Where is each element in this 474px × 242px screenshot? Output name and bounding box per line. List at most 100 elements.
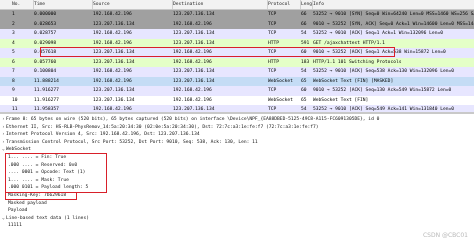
- packet-cell-no: 9: [12, 88, 15, 93]
- packet-row[interactable]: 10 11.916277 123.207.136.134 192.168.42.196…: [0, 95, 474, 105]
- expand-arrow-icon[interactable]: ›: [2, 124, 5, 132]
- packet-row[interactable]: 3 0.028757 192.168.42.196 123.207.136.134 TC…: [0, 29, 474, 39]
- packet-cell-dst: 123.207.136.134: [173, 107, 215, 112]
- packet-cell-info: 9010 → 53252 [ACK] Seq=1 Ack=538 Win=158…: [313, 50, 446, 55]
- packet-cell-len: 591: [301, 40, 310, 46]
- detail-text: Frame 8: 65 bytes on wire (520 bits), 65…: [6, 117, 380, 122]
- packet-cell-dst: 192.168.42.196: [173, 59, 212, 65]
- packet-cell-info: 9010 → 53252 [SYN, ACK] Seq=0 Ack=1 Win=…: [313, 21, 474, 27]
- packet-row[interactable]: 11 11.958357 192.168.42.196 123.207.136.134…: [0, 105, 474, 112]
- packet-cell-info: 53252 → 9010 [SYN] Seq=0 Win=64240 Len=0…: [313, 12, 474, 17]
- expand-arrow-icon[interactable]: ›: [2, 116, 5, 124]
- packet-cell-proto: TCP: [268, 107, 277, 112]
- packet-cell-info: WebSocket Text [FIN] [MASKED]: [313, 78, 394, 84]
- packet-cell-len: 54: [301, 69, 307, 74]
- packet-cell-src: 123.207.136.134: [93, 50, 135, 55]
- packet-list[interactable]: No. Time Source Destination Protocol Len…: [0, 0, 474, 112]
- column-header-info[interactable]: Info: [313, 0, 474, 9]
- packet-cell-proto: HTTP: [268, 59, 280, 65]
- packet-cell-info: 9010 → 53252 [ACK] Seq=130 Ack=549 Win=1…: [313, 88, 452, 93]
- packet-list-header: No. Time Source Destination Protocol Len…: [0, 0, 474, 10]
- detail-text: .000 .... = Reserved: 0x0: [8, 162, 78, 168]
- detail-text: Masking-Key: 7b629618: [8, 193, 67, 198]
- packet-cell-src: 192.168.42.196: [93, 12, 132, 17]
- packet-cell-proto: TCP: [268, 50, 277, 55]
- collapse-arrow-icon[interactable]: ⌄: [2, 146, 5, 154]
- detail-row[interactable]: ⌄ WebSocket: [0, 146, 474, 154]
- packet-cell-time: 0.100804: [34, 69, 57, 74]
- packet-row[interactable]: 8 11.888214 192.168.42.196 123.207.136.134 W…: [0, 76, 474, 86]
- packet-row[interactable]: 7 0.100804 192.168.42.196 123.207.136.134 TC…: [0, 67, 474, 77]
- packet-cell-no: 7: [12, 69, 15, 74]
- packet-cell-dst: 123.207.136.134: [173, 40, 215, 46]
- packet-cell-time: 0.029098: [34, 40, 57, 46]
- packet-cell-src: 192.168.42.196: [93, 107, 132, 112]
- watermark: CSDN @CBC01: [422, 232, 468, 239]
- packet-row[interactable]: 6 0.057760 123.207.136.134 192.168.42.196 HT…: [0, 57, 474, 67]
- column-header-protocol[interactable]: Protocol: [268, 0, 301, 9]
- packet-cell-src: 192.168.42.196: [93, 40, 132, 46]
- packet-details[interactable]: › Frame 8: 65 bytes on wire (520 bits), 6…: [0, 114, 474, 242]
- packet-cell-len: 65: [301, 78, 307, 84]
- packet-cell-no: 10: [12, 97, 18, 103]
- packet-row[interactable]: 4 0.029098 192.168.42.196 123.207.136.134 HT…: [0, 38, 474, 48]
- packet-cell-time: 11.916277: [34, 88, 59, 93]
- detail-row[interactable]: Masking-Key: 7b629618: [0, 192, 474, 200]
- packet-cell-src: 123.207.136.134: [93, 97, 135, 103]
- column-header-time[interactable]: Time: [34, 0, 93, 9]
- packet-cell-len: 60: [301, 50, 307, 55]
- detail-row[interactable]: 1... .... = Fin: True: [0, 154, 474, 162]
- detail-row[interactable]: ⌄ Line-based text data (1 lines): [0, 215, 474, 223]
- detail-row[interactable]: › Transmission Control Protocol, Src Port…: [0, 139, 474, 147]
- packet-cell-time: 0.028757: [34, 31, 57, 36]
- packet-cell-no: 3: [12, 31, 15, 36]
- detail-text: Payload: [8, 208, 28, 214]
- packet-cell-time: 0.028653: [34, 21, 57, 27]
- packet-cell-dst: 123.207.136.134: [173, 78, 215, 84]
- column-header-no[interactable]: No.: [12, 0, 34, 9]
- detail-row[interactable]: 11111: [0, 222, 474, 230]
- detail-row[interactable]: .000 0101 = Payload length: 5: [0, 184, 474, 192]
- packet-row[interactable]: 5 0.057618 123.207.136.134 192.168.42.196 TC…: [0, 48, 474, 58]
- column-header-source[interactable]: Source: [93, 0, 173, 9]
- packet-row[interactable]: 2 0.028653 123.207.136.134 192.168.42.196 TC…: [0, 19, 474, 29]
- detail-row[interactable]: 1... .... = Mask: True: [0, 177, 474, 185]
- column-header-destination[interactable]: Destination: [173, 0, 268, 9]
- packet-cell-proto: TCP: [268, 12, 277, 17]
- detail-row[interactable]: .... 0001 = Opcode: Text (1): [0, 169, 474, 177]
- packet-row[interactable]: 1 0.000000 192.168.42.196 123.207.136.134 TC…: [0, 10, 474, 20]
- detail-text: Line-based text data (1 lines): [6, 215, 89, 221]
- packet-cell-src: 192.168.42.196: [93, 78, 132, 84]
- packet-cell-dst: 192.168.42.196: [173, 97, 212, 103]
- packet-cell-time: 11.958357: [34, 107, 59, 112]
- detail-row[interactable]: › Frame 8: 65 bytes on wire (520 bits), 6…: [0, 116, 474, 124]
- packet-cell-proto: TCP: [268, 88, 277, 93]
- packet-cell-dst: 123.207.136.134: [173, 12, 215, 17]
- detail-text: Ethernet II, Src: HS-RLB-PhysRemov_14:5a…: [6, 124, 319, 130]
- packet-cell-no: 11: [12, 107, 18, 112]
- packet-cell-info: HTTP/1.1 101 Switching Protocols: [313, 59, 402, 65]
- detail-text: 1... .... = Mask: True: [8, 177, 69, 183]
- detail-row[interactable]: Payload: [0, 207, 474, 215]
- packet-cell-dst: 123.207.136.134: [173, 69, 215, 74]
- packet-cell-no: 1: [12, 12, 15, 17]
- detail-row[interactable]: › Internet Protocol Version 4, Src: 192.1…: [0, 131, 474, 139]
- detail-row[interactable]: › Ethernet II, Src: HS-RLB-PhysRemov_14:5…: [0, 124, 474, 132]
- packet-row[interactable]: 9 11.916277 123.207.136.134 192.168.42.196 T…: [0, 86, 474, 96]
- packet-cell-len: 54: [301, 31, 307, 36]
- column-header-length[interactable]: Length: [301, 0, 313, 9]
- packet-cell-time: 11.916277: [34, 97, 59, 103]
- expand-arrow-icon[interactable]: ›: [2, 139, 5, 147]
- detail-row[interactable]: .000 .... = Reserved: 0x0: [0, 162, 474, 170]
- packet-cell-src: 123.207.136.134: [93, 88, 135, 93]
- detail-text: .... 0001 = Opcode: Text (1): [8, 170, 86, 176]
- detail-text: WebSocket: [6, 147, 31, 153]
- packet-cell-proto: TCP: [268, 69, 277, 74]
- detail-text: Masked payload: [8, 200, 47, 206]
- expand-arrow-icon[interactable]: ›: [2, 131, 5, 139]
- collapse-arrow-icon[interactable]: ⌄: [2, 215, 5, 223]
- detail-row[interactable]: Masked payload: [0, 200, 474, 208]
- packet-cell-time: 11.888214: [34, 78, 59, 84]
- detail-text: Transmission Control Protocol, Src Port:…: [6, 139, 258, 145]
- detail-text: .000 0101 = Payload length: 5: [8, 185, 89, 191]
